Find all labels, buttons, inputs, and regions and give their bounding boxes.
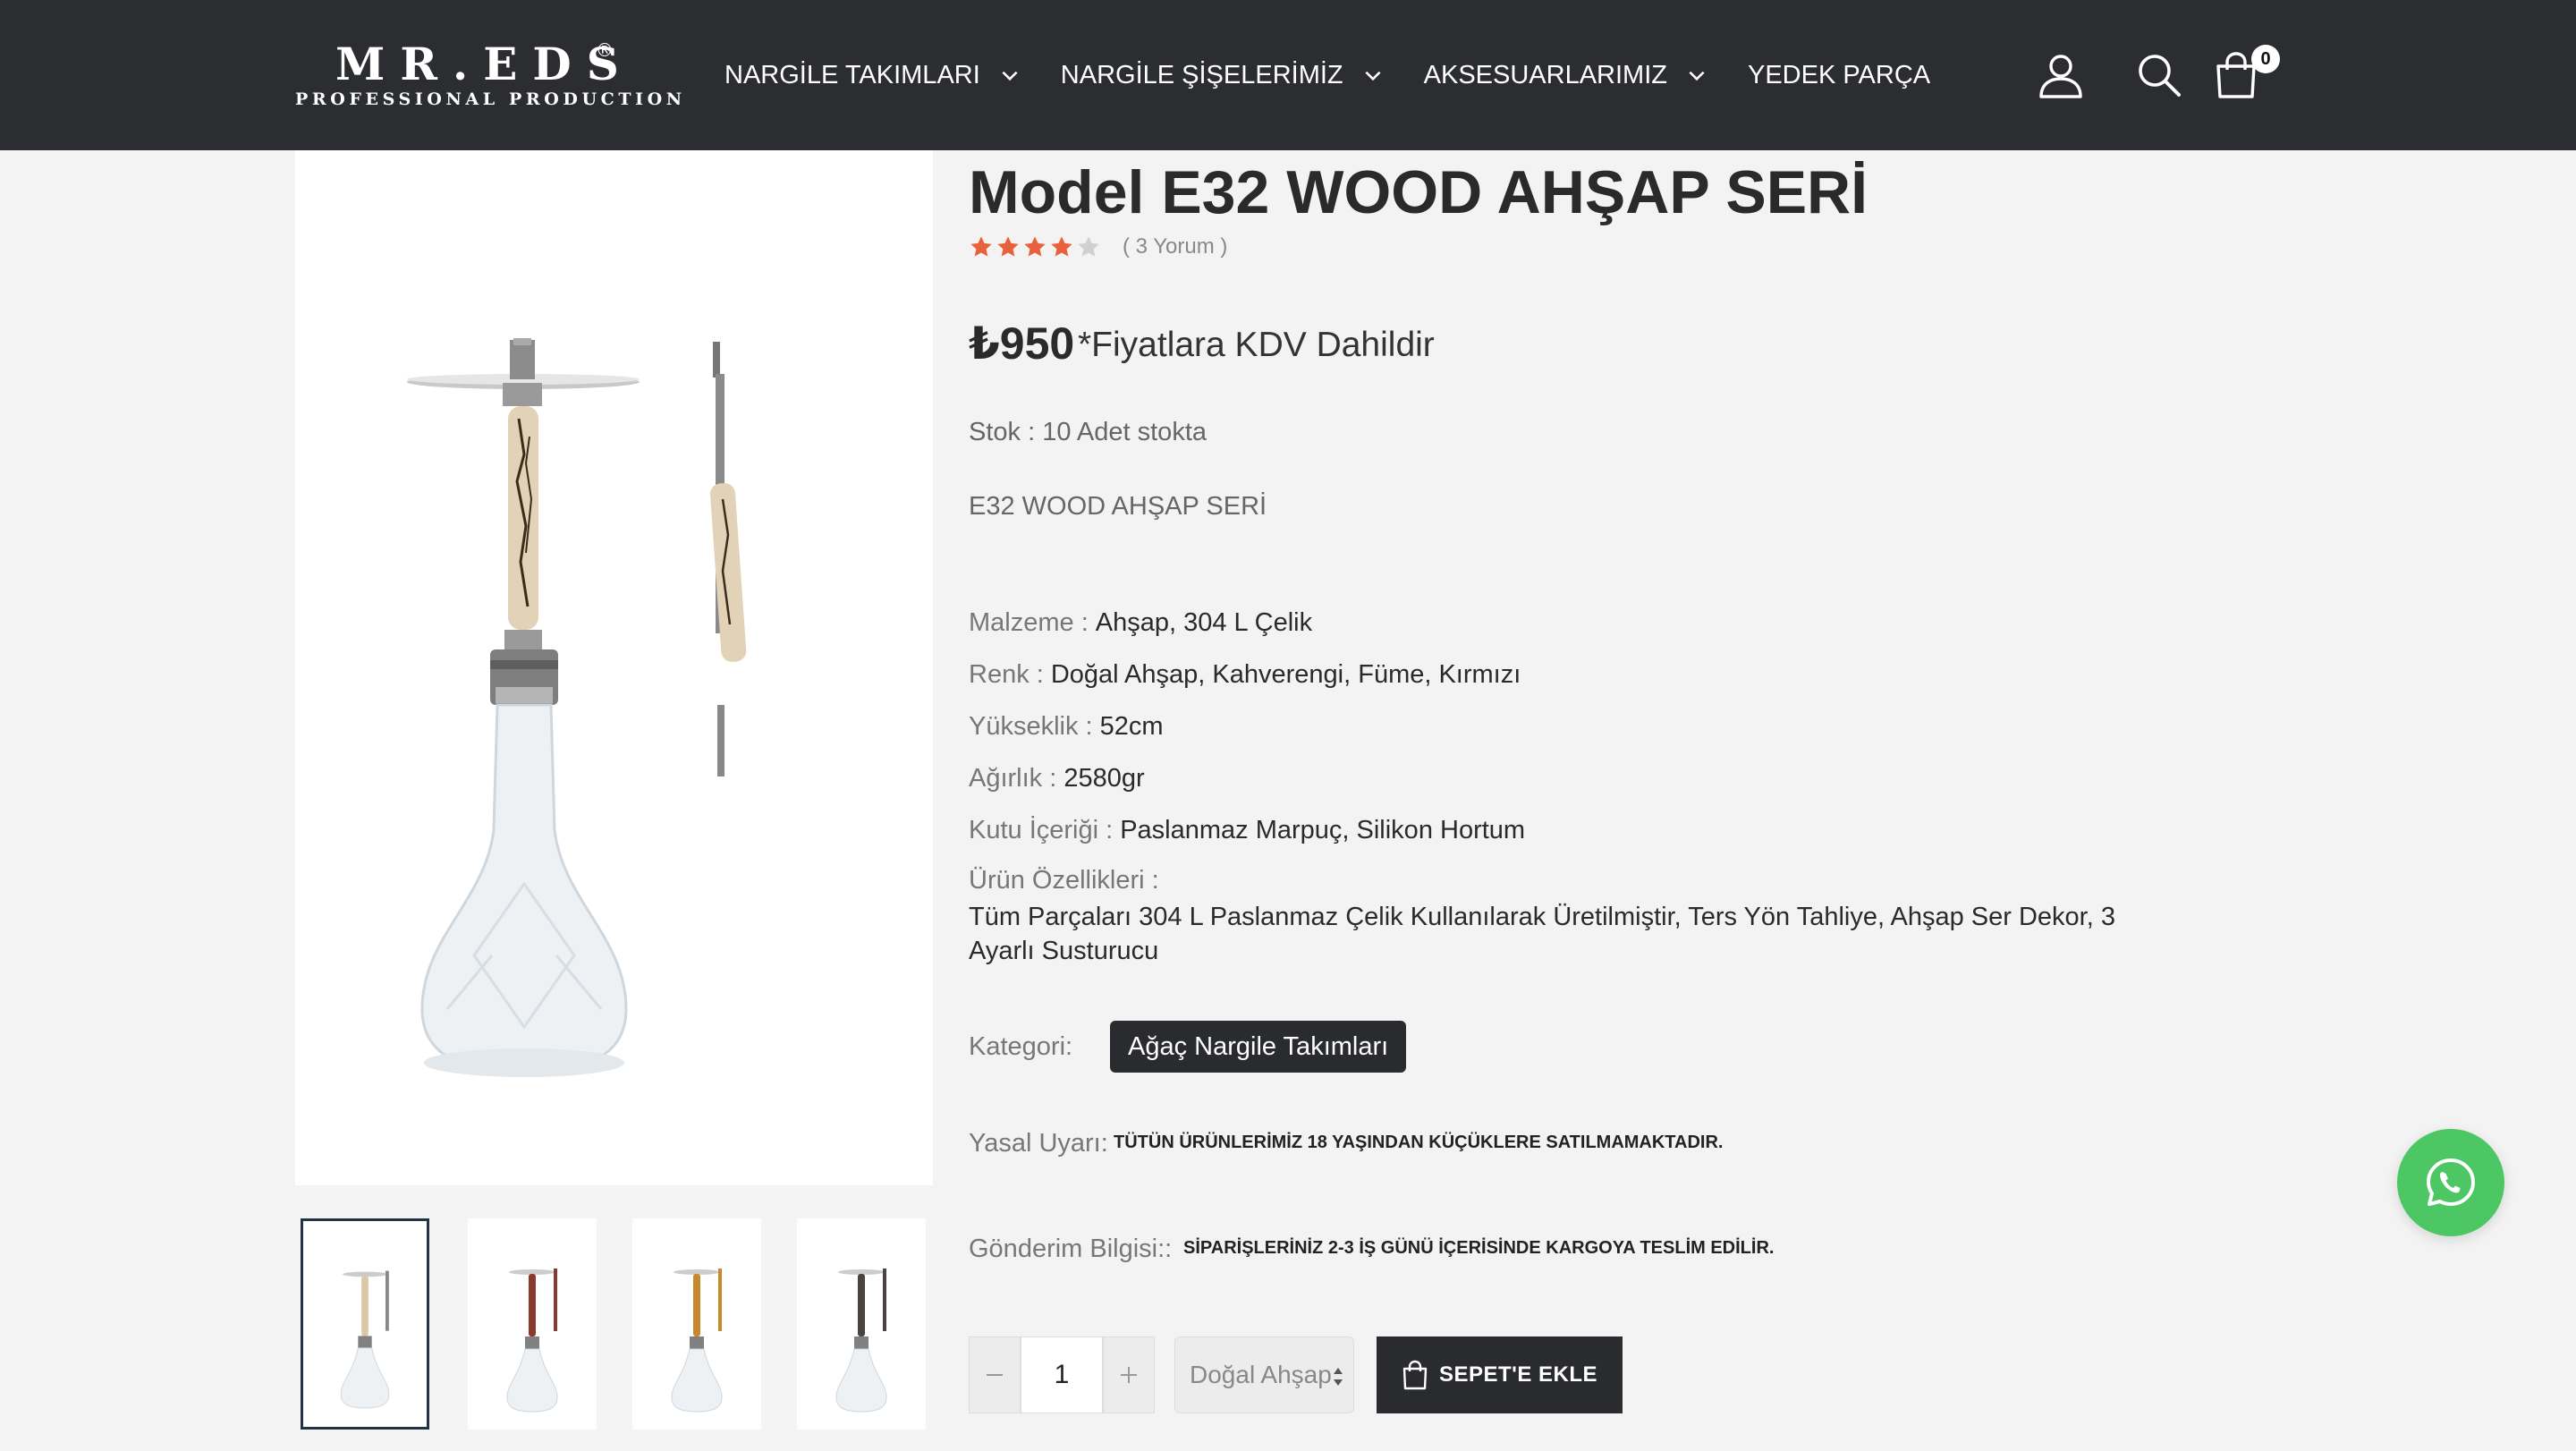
add-to-cart-label: SEPET'E EKLE <box>1438 1362 1598 1387</box>
rating-stars <box>969 234 1103 259</box>
thumbnail-image <box>506 1269 558 1413</box>
spec-row-yukseklik: Yükseklik :52cm <box>969 712 1164 742</box>
star-icon <box>1024 236 1046 257</box>
features-value: Tüm Parçaları 304 L Paslanmaz Çelik Kull… <box>969 903 2115 965</box>
price: ₺950 <box>969 318 1075 369</box>
nav-item-aksesuarlarimiz[interactable]: AKSESUARLARIMIZ <box>1424 61 1708 90</box>
thumbnail-4[interactable] <box>797 1218 926 1430</box>
spec-key: Malzeme : <box>969 608 1089 637</box>
nav-item-yedek-parca[interactable]: YEDEK PARÇA <box>1748 61 1930 90</box>
spec-row-malzeme: Malzeme : Ahşap, 304 L Çelik <box>969 608 1312 638</box>
star-empty-icon <box>1078 236 1099 257</box>
spec-row-kutu-icerigi: Kutu İçeriği : Paslanmaz Marpuç, Silikon … <box>969 816 1525 845</box>
spec-value: Paslanmaz Marpuç, Silikon Hortum <box>1120 816 1526 844</box>
user-icon[interactable] <box>2036 50 2086 100</box>
nav-label: NARGİLE ŞİŞELERİMİZ <box>1060 60 1343 89</box>
price-note: *Fiyatlara KDV Dahildir <box>1078 326 1435 364</box>
spec-key: Kutu İçeriği : <box>969 816 1114 844</box>
plus-icon <box>1121 1367 1137 1383</box>
star-icon <box>970 236 992 257</box>
logo-tagline: PROFESSIONAL PRODUCTION <box>295 89 686 109</box>
logo[interactable]: MR.EDS ® PROFESSIONAL PRODUCTION <box>295 38 682 118</box>
spec-key: Ağırlık : <box>969 764 1057 793</box>
category-label: Kategori: <box>969 1032 1073 1061</box>
features-key: Ürün Özellikleri : <box>969 866 1159 895</box>
hookah-image <box>407 338 747 1077</box>
short-description: E32 WOOD AHŞAP SERİ <box>969 492 1267 521</box>
main-nav: NARGİLE TAKIMLARI NARGİLE ŞİŞELERİMİZ AK… <box>724 54 1970 97</box>
spec-row-renk: Renk : Doğal Ahşap, Kahverengi, Füme, Kır… <box>969 660 1521 690</box>
variant-selected-value: Doğal Ahşap <box>1190 1361 1332 1388</box>
spec-value: Ahşap, 304 L Çelik <box>1095 608 1313 637</box>
quantity-stepper <box>969 1336 1155 1413</box>
product-title: Model E32 WOOD AHŞAP SERİ <box>969 158 1868 226</box>
whatsapp-icon <box>2427 1158 2475 1206</box>
variant-select[interactable]: Doğal Ahşap <box>1174 1336 1354 1413</box>
nav-label: YEDEK PARÇA <box>1747 60 1931 89</box>
quantity-input[interactable] <box>1021 1336 1103 1413</box>
cart-count-badge: 0 <box>2251 45 2280 73</box>
star-icon <box>997 236 1019 257</box>
thumbnail-1[interactable] <box>301 1218 429 1430</box>
minus-icon <box>987 1374 1003 1376</box>
review-count-link[interactable]: ( 3 Yorum ) <box>1123 234 1227 259</box>
nav-label: NARGİLE TAKIMLARI <box>724 60 980 89</box>
spec-key: Yükseklik : <box>969 712 1093 741</box>
thumbnail-2[interactable] <box>468 1218 597 1430</box>
star-icon <box>1051 236 1072 257</box>
spec-value: Doğal Ahşap, Kahverengi, Füme, Kırmızı <box>1050 660 1521 689</box>
shipping-info-text: SİPARİŞLERİNİZ 2-3 İŞ GÜNÜ İÇERİSİNDE KA… <box>1183 1238 1775 1258</box>
add-to-cart-button[interactable]: SEPET'E EKLE <box>1377 1336 1623 1413</box>
search-icon[interactable] <box>2134 50 2184 100</box>
chevron-down-icon <box>1689 71 1705 81</box>
site-header: MR.EDS ® PROFESSIONAL PRODUCTION NARGİLE… <box>0 0 2576 150</box>
category-badge[interactable]: Ağaç Nargile Takımları <box>1110 1021 1407 1073</box>
thumbnail-image <box>671 1269 723 1413</box>
shopping-bag-icon <box>1402 1360 1428 1390</box>
shipping-info-label: Gönderim Bilgisi:: <box>969 1235 1173 1263</box>
spec-row-agirlik: Ağırlık :2580gr <box>969 764 1145 793</box>
spec-key: Renk : <box>969 660 1044 689</box>
product-main-image[interactable] <box>295 150 933 1185</box>
decrement-button[interactable] <box>969 1336 1021 1413</box>
thumbnail-image <box>340 1270 390 1409</box>
chevron-down-icon <box>1002 71 1018 81</box>
select-arrows-icon <box>1334 1368 1343 1386</box>
legal-warning-label: Yasal Uyarı: <box>969 1129 1108 1158</box>
spec-value: 2580gr <box>1063 764 1145 793</box>
whatsapp-chat-button[interactable] <box>2397 1129 2504 1236</box>
logo-text: MR.EDS <box>335 38 634 90</box>
logo-registered-mark: ® <box>596 39 614 61</box>
increment-button[interactable] <box>1103 1336 1155 1413</box>
spec-value: 52cm <box>1099 712 1164 741</box>
thumbnail-image <box>835 1269 887 1413</box>
legal-warning-text: TÜTÜN ÜRÜNLERİMİZ 18 YAŞINDAN KÜÇÜKLERE … <box>1114 1133 1724 1152</box>
nav-item-nargile-takimlari[interactable]: NARGİLE TAKIMLARI <box>724 61 1021 90</box>
stock-status: Stok : 10 Adet stokta <box>969 418 1207 446</box>
thumbnail-3[interactable] <box>632 1218 761 1430</box>
nav-label: AKSESUARLARIMIZ <box>1423 60 1667 89</box>
nav-item-nargile-siselerimiz[interactable]: NARGİLE ŞİŞELERİMİZ <box>1061 61 1385 90</box>
chevron-down-icon <box>1365 71 1381 81</box>
